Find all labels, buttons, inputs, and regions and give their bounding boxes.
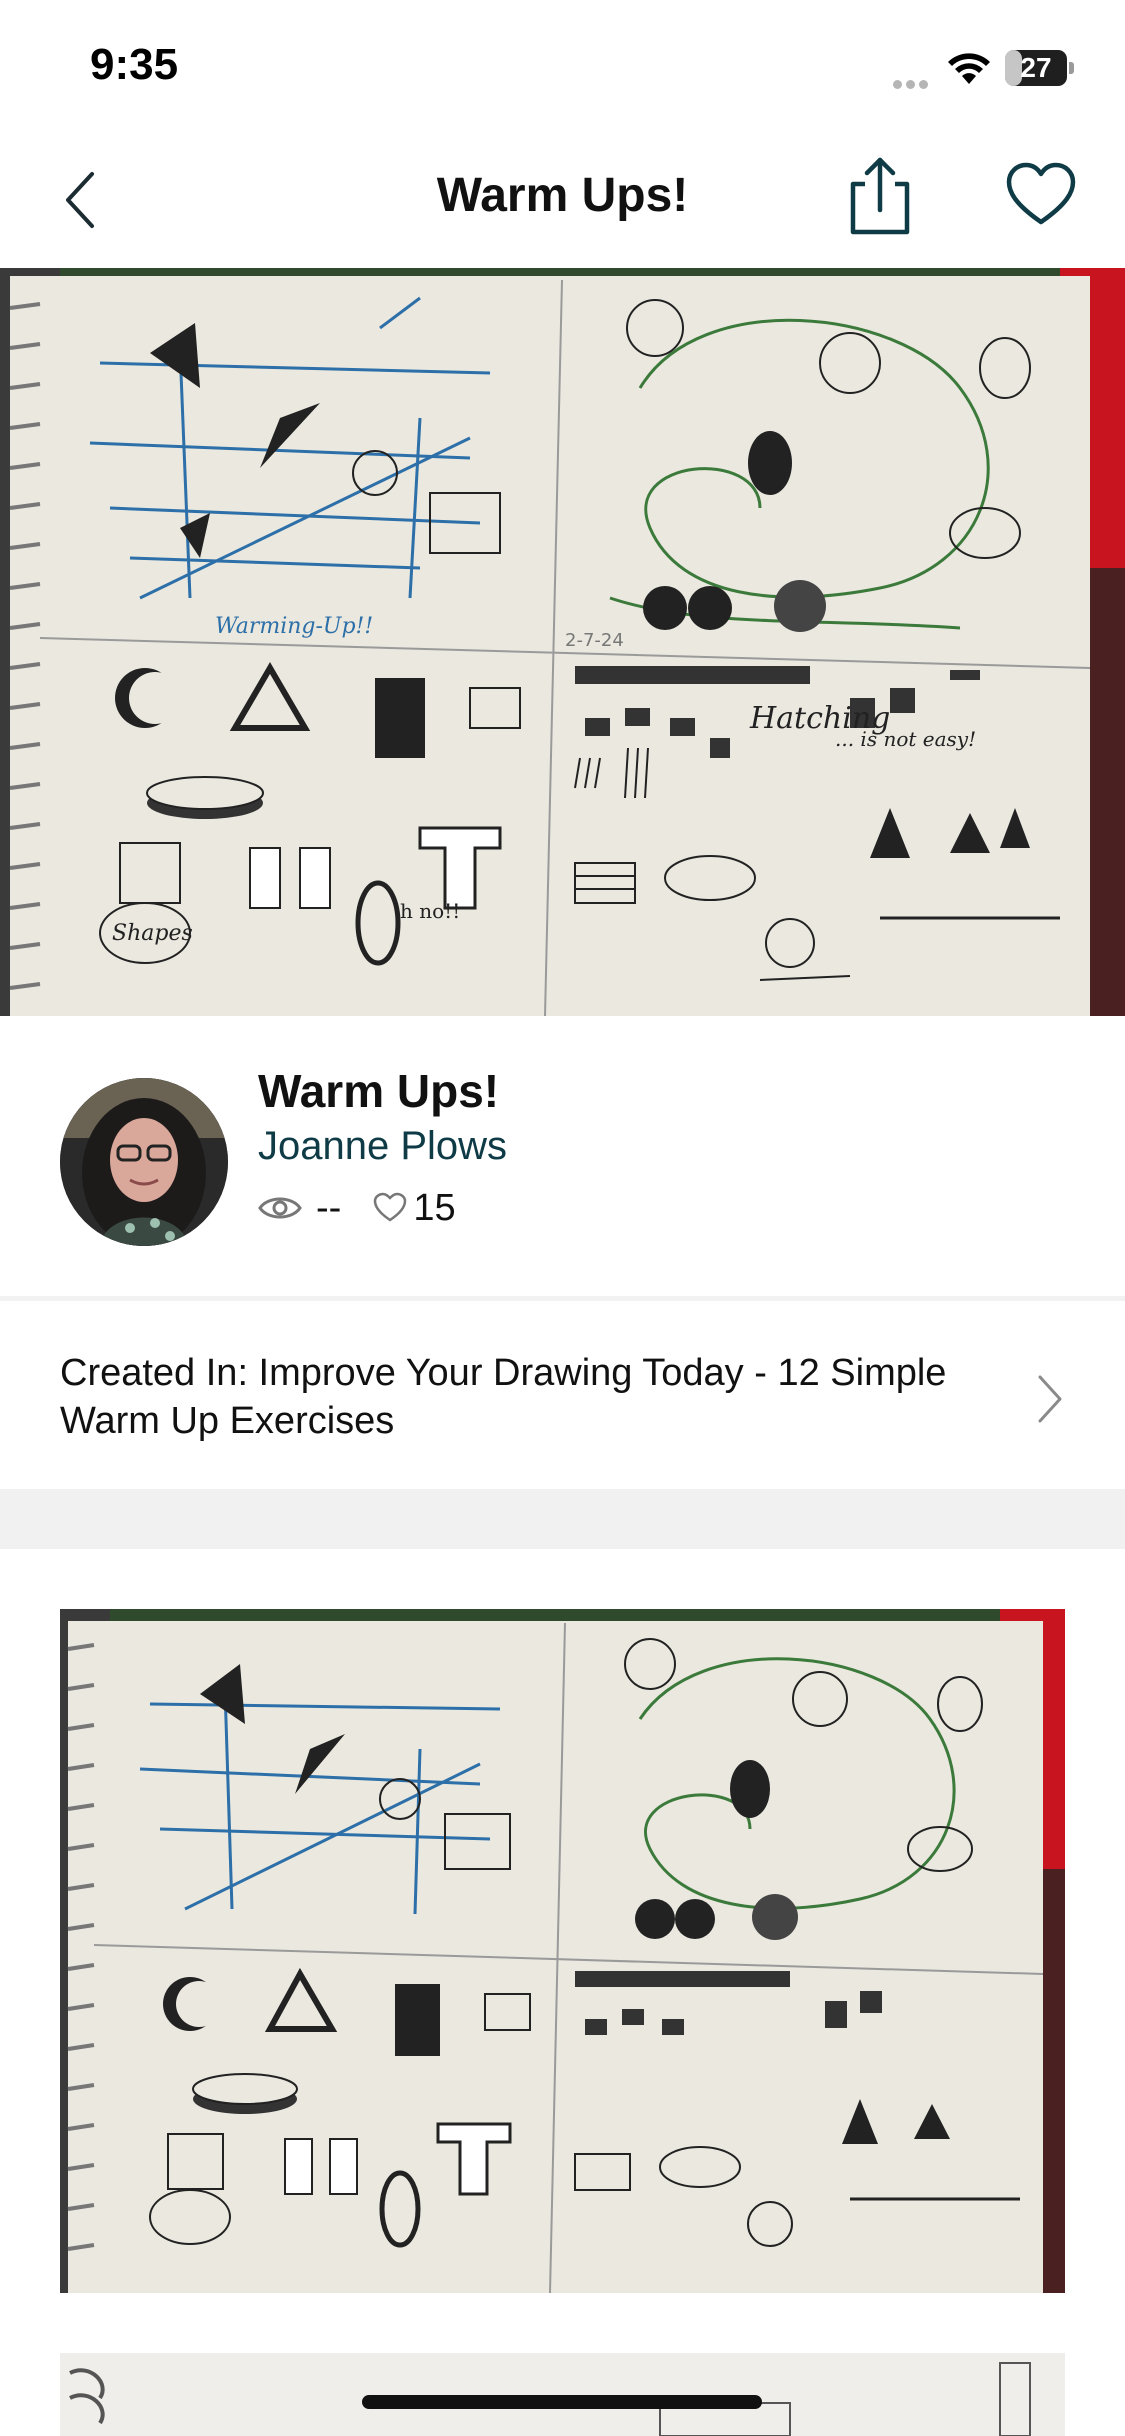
- status-bar: 9:35 27: [0, 0, 1125, 130]
- favorite-button[interactable]: [1005, 160, 1077, 232]
- sketchbook-drawing-copy: [60, 1609, 1065, 2293]
- share-button[interactable]: [845, 154, 915, 238]
- status-time: 9:35: [90, 40, 179, 89]
- home-indicator[interactable]: [362, 2395, 762, 2409]
- project-gallery-image[interactable]: [60, 1609, 1065, 2293]
- sketch-oh-no-text: h no!!: [400, 899, 460, 923]
- sketch-shapes-text: Shapes: [112, 921, 193, 946]
- section-divider: [0, 1489, 1125, 1549]
- created-in-row[interactable]: Created In: Improve Your Drawing Today -…: [0, 1301, 1125, 1489]
- battery-icon: 27: [1005, 50, 1075, 86]
- created-in-text: Created In: Improve Your Drawing Today -…: [60, 1352, 947, 1442]
- views-count: --: [316, 1186, 342, 1229]
- nav-bar: Warm Ups!: [0, 130, 1125, 265]
- cellular-signal-icon: [893, 76, 933, 89]
- author-photo: [60, 1078, 228, 1246]
- project-cover-image[interactable]: Warming-Up!! 2-7-24 h no!! Shapes Hatchi…: [0, 268, 1125, 1016]
- sketch-date-text: 2-7-24: [565, 630, 624, 651]
- project-stats: -- 15: [258, 1186, 456, 1230]
- battery-level: 27: [1020, 52, 1052, 83]
- wifi-icon: [948, 53, 990, 84]
- sketchbook-drawing: Warming-Up!! 2-7-24 h no!! Shapes Hatchi…: [0, 268, 1125, 1016]
- share-icon: [850, 157, 910, 235]
- heart-icon: [374, 1192, 407, 1222]
- avatar[interactable]: [60, 1078, 228, 1246]
- sketch-not-easy-text: ... is not easy!: [835, 727, 976, 751]
- chevron-right-icon: [1038, 1375, 1062, 1423]
- project-info: Warm Ups! Joanne Plows -- 15: [0, 1016, 1125, 1296]
- author-link[interactable]: Joanne Plows: [258, 1124, 507, 1169]
- eye-icon: [258, 1197, 302, 1219]
- back-button[interactable]: [50, 160, 110, 240]
- project-title: Warm Ups!: [258, 1065, 500, 1117]
- heart-icon: [1006, 162, 1076, 225]
- sketch-warming-up-text: Warming-Up!!: [215, 614, 373, 639]
- chevron-left-icon: [66, 172, 94, 228]
- likes-count: 15: [413, 1186, 456, 1229]
- nav-title: Warm Ups!: [436, 169, 689, 222]
